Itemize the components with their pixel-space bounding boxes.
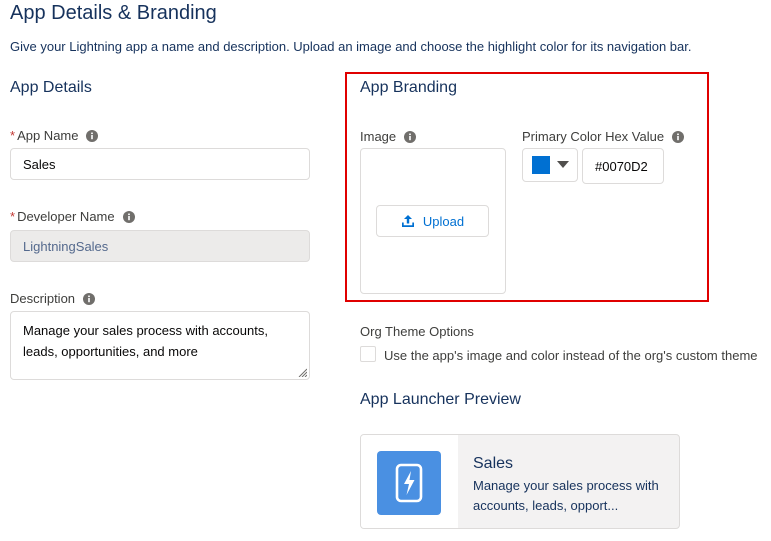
org-theme-label: Org Theme Options <box>360 324 474 339</box>
app-name-label-text: App Name <box>17 128 79 143</box>
required-marker: * <box>10 128 16 143</box>
resize-grip-icon[interactable] <box>298 368 307 377</box>
app-tile <box>377 451 441 515</box>
app-details-heading: App Details <box>10 79 92 96</box>
description-textarea[interactable]: Manage your sales process with accounts,… <box>10 311 310 380</box>
image-label-text: Image <box>360 129 397 144</box>
description-text: Manage your sales process with accounts,… <box>23 323 268 359</box>
app-branding-heading: App Branding <box>360 79 457 96</box>
primary-color-label: Primary Color Hex Value <box>522 129 685 144</box>
developer-name-input: LightningSales <box>10 230 310 262</box>
primary-color-hex-input[interactable]: #0070D2 <box>582 148 664 184</box>
upload-label: Upload <box>422 213 465 229</box>
info-icon[interactable] <box>83 292 96 305</box>
preview-app-name: Sales <box>473 455 514 472</box>
developer-name-label-text: Developer Name <box>17 209 115 224</box>
preview-tile-area <box>361 435 458 528</box>
upload-button[interactable]: Upload <box>376 205 489 237</box>
image-label: Image <box>360 129 417 144</box>
app-name-input[interactable]: Sales <box>10 148 310 180</box>
page-title: App Details & Branding <box>10 2 217 24</box>
primary-color-label-text: Primary Color Hex Value <box>522 129 665 144</box>
launcher-preview-heading: App Launcher Preview <box>360 391 521 408</box>
org-theme-checkbox-label[interactable]: Use the app's image and color instead of… <box>384 348 758 363</box>
description-label: Description <box>10 291 96 306</box>
color-swatch <box>532 156 550 174</box>
upload-icon <box>401 215 414 227</box>
info-icon[interactable] <box>86 129 99 142</box>
info-icon[interactable] <box>122 210 135 223</box>
preview-app-description: Manage your sales process with accounts,… <box>473 478 659 513</box>
required-marker: * <box>10 209 16 224</box>
color-picker-button[interactable] <box>522 148 578 182</box>
lightning-phone-icon <box>395 463 423 503</box>
org-theme-checkbox[interactable] <box>360 346 376 362</box>
developer-name-label: * Developer Name <box>10 209 135 224</box>
info-icon[interactable] <box>404 130 417 143</box>
app-launcher-preview-card: Sales Manage your sales process with acc… <box>360 434 680 529</box>
app-name-label: * App Name <box>10 128 99 143</box>
page-intro: Give your Lightning app a name and descr… <box>10 39 692 54</box>
chevron-down-icon <box>557 161 569 168</box>
info-icon[interactable] <box>672 130 685 143</box>
description-label-text: Description <box>10 291 76 306</box>
